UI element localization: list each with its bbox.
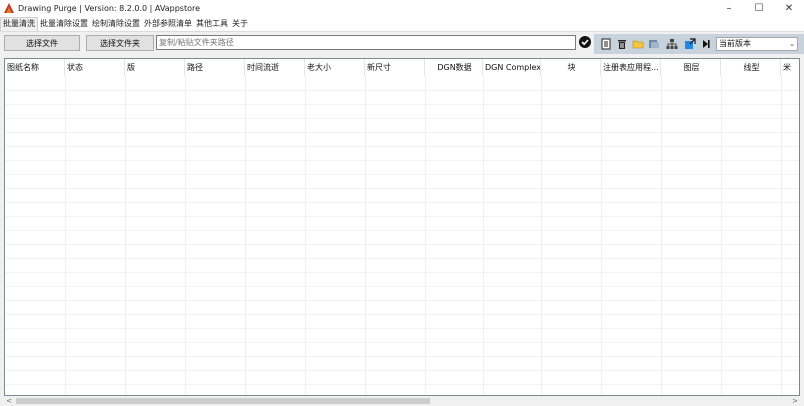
grid-column-line xyxy=(425,76,426,395)
grid-column-line xyxy=(721,76,722,395)
version-select-value: 当前版本 xyxy=(719,39,751,48)
column-header[interactable]: DGN数据 xyxy=(425,59,483,76)
grid-row-line xyxy=(5,174,799,175)
column-header[interactable]: 米 xyxy=(781,59,799,76)
grid-column-line xyxy=(185,76,186,395)
grid-row-line xyxy=(5,104,799,105)
delete-icon[interactable] xyxy=(616,38,628,50)
grid-row-line xyxy=(5,342,799,343)
grid-row-line xyxy=(5,216,799,217)
table-header: 图纸名称 状态 版 路径 时间流逝 老大小 新尺寸 DGN数据 DGN Comp… xyxy=(5,59,799,76)
open-external-icon[interactable] xyxy=(684,38,696,50)
window-title: Drawing Purge | Version: 8.2.0.0 | AVapp… xyxy=(18,3,201,13)
document-icon[interactable] xyxy=(600,38,612,50)
grid-row-line xyxy=(5,202,799,203)
check-icon[interactable] xyxy=(579,36,591,48)
tab-other-tools[interactable]: 其他工具 xyxy=(194,18,230,31)
grid-row-line xyxy=(5,370,799,371)
grid-row-line xyxy=(5,230,799,231)
export-icon[interactable] xyxy=(648,38,660,50)
column-header[interactable]: 图层 xyxy=(661,59,721,76)
horizontal-scrollbar[interactable]: < > xyxy=(4,396,800,406)
column-header[interactable]: 老大小 xyxy=(305,59,365,76)
grid-row-line xyxy=(5,300,799,301)
column-header[interactable]: 时间流逝 xyxy=(245,59,305,76)
column-header[interactable]: 状态 xyxy=(65,59,125,76)
grid-row-line xyxy=(5,286,799,287)
tab-batch-purge-settings[interactable]: 批量清除设置 xyxy=(38,18,90,31)
grid-row-line xyxy=(5,146,799,147)
folder-icon[interactable] xyxy=(632,38,644,50)
maximize-button[interactable]: ☐ xyxy=(744,0,774,16)
version-select[interactable]: 当前版本 ⌄ xyxy=(716,37,798,51)
grid-row-line xyxy=(5,328,799,329)
folder-path-input[interactable] xyxy=(156,35,576,50)
scroll-left-icon[interactable]: < xyxy=(4,396,14,406)
column-header[interactable]: 块 xyxy=(541,59,601,76)
network-icon[interactable] xyxy=(666,38,678,50)
grid-row-line xyxy=(5,132,799,133)
column-header[interactable]: 版 xyxy=(125,59,185,76)
tab-batch-purge[interactable]: 批量清洗 xyxy=(0,17,38,31)
grid-row-line xyxy=(5,356,799,357)
menu-bar: 批量清洗 批量清除设置 绘制清除设置 外部参照清单 其他工具 关于 xyxy=(0,16,804,32)
grid-column-line xyxy=(601,76,602,395)
column-header[interactable]: 注册表应用程... xyxy=(601,59,661,76)
scrollbar-thumb[interactable] xyxy=(16,398,430,404)
grid-row-line xyxy=(5,160,799,161)
grid-column-line xyxy=(661,76,662,395)
play-icon[interactable] xyxy=(700,38,712,50)
grid-row-line xyxy=(5,314,799,315)
grid-row-line xyxy=(5,244,799,245)
grid-column-line xyxy=(541,76,542,395)
column-header[interactable]: DGN Complex... xyxy=(483,59,541,76)
grid-column-line xyxy=(245,76,246,395)
column-header[interactable]: 路径 xyxy=(185,59,245,76)
grid-row-line xyxy=(5,118,799,119)
scroll-right-icon[interactable]: > xyxy=(790,396,800,406)
title-bar: Drawing Purge | Version: 8.2.0.0 | AVapp… xyxy=(0,0,804,16)
column-header[interactable]: 新尺寸 xyxy=(365,59,425,76)
select-file-button[interactable]: 选择文件 xyxy=(4,35,80,51)
grid-row-line xyxy=(5,258,799,259)
icon-toolbar: 当前版本 ⌄ xyxy=(594,34,804,54)
grid-row-line xyxy=(5,272,799,273)
chevron-down-icon: ⌄ xyxy=(789,40,795,48)
grid-column-line xyxy=(305,76,306,395)
close-button[interactable]: ✕ xyxy=(774,0,804,16)
grid-column-line xyxy=(483,76,484,395)
column-header[interactable]: 线型 xyxy=(721,59,781,76)
grid-column-line xyxy=(125,76,126,395)
window-controls: – ☐ ✕ xyxy=(714,0,804,16)
select-folder-button[interactable]: 选择文件夹 xyxy=(86,35,154,51)
grid-column-line xyxy=(365,76,366,395)
grid-row-line xyxy=(5,384,799,385)
tab-about[interactable]: 关于 xyxy=(230,18,250,31)
app-logo-icon xyxy=(4,3,14,13)
file-table[interactable]: 图纸名称 状态 版 路径 时间流逝 老大小 新尺寸 DGN数据 DGN Comp… xyxy=(4,58,800,396)
grid-column-line xyxy=(65,76,66,395)
tab-drawing-purge-settings[interactable]: 绘制清除设置 xyxy=(90,18,142,31)
column-header[interactable]: 图纸名称 xyxy=(5,59,65,76)
minimize-button[interactable]: – xyxy=(714,0,744,16)
tab-xref-list[interactable]: 外部参照清单 xyxy=(142,18,194,31)
grid-column-line xyxy=(781,76,782,395)
grid-row-line xyxy=(5,90,799,91)
grid-row-line xyxy=(5,188,799,189)
